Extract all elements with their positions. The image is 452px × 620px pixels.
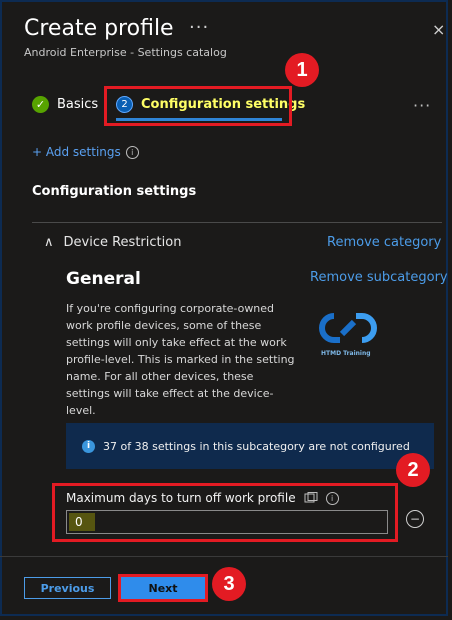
category-header[interactable]: ∧ Device Restriction: [44, 235, 181, 250]
section-heading: Configuration settings: [32, 184, 197, 199]
subcategory-description: If you're configuring corporate-owned wo…: [66, 302, 295, 417]
annotation-badge-2: 2: [396, 453, 430, 487]
remove-setting-icon[interactable]: −: [406, 510, 424, 528]
add-settings-link[interactable]: + Add settings i: [32, 145, 139, 159]
banner-text: 37 of 38 settings in this subcategory ar…: [103, 439, 410, 453]
footer-divider: [0, 556, 448, 557]
info-icon[interactable]: i: [125, 145, 139, 159]
previous-button[interactable]: Previous: [24, 577, 111, 599]
remove-subcategory-link[interactable]: Remove subcategory: [310, 270, 448, 285]
subcategory-title: General: [66, 269, 141, 289]
htmd-logo-icon: [318, 312, 378, 352]
more-options-icon[interactable]: ···: [413, 96, 431, 115]
page-subtitle: Android Enterprise - Settings catalog: [24, 46, 227, 59]
step-basics[interactable]: ✓ Basics: [32, 96, 98, 113]
page-title: Create profile: [24, 16, 174, 41]
annotation-badge-3: 3: [212, 567, 246, 601]
chevron-up-icon[interactable]: ∧: [44, 235, 54, 250]
info-icon: i: [82, 439, 95, 453]
logo-text: HTMD Training: [321, 350, 371, 357]
more-options-icon[interactable]: ···: [189, 17, 209, 38]
category-name: Device Restriction: [63, 235, 182, 250]
close-icon[interactable]: ×: [432, 20, 445, 39]
checkmark-icon: ✓: [32, 96, 49, 113]
step-basics-label: Basics: [57, 97, 99, 112]
annotation-box-3: [118, 574, 208, 602]
annotation-badge-1: 1: [285, 53, 319, 87]
info-banner: i 37 of 38 settings in this subcategory …: [66, 423, 434, 469]
add-settings-label: + Add settings: [32, 145, 121, 159]
remove-category-link[interactable]: Remove category: [327, 235, 441, 250]
annotation-box-1: [104, 86, 292, 126]
annotation-box-2: [52, 483, 398, 542]
divider: [32, 222, 442, 223]
